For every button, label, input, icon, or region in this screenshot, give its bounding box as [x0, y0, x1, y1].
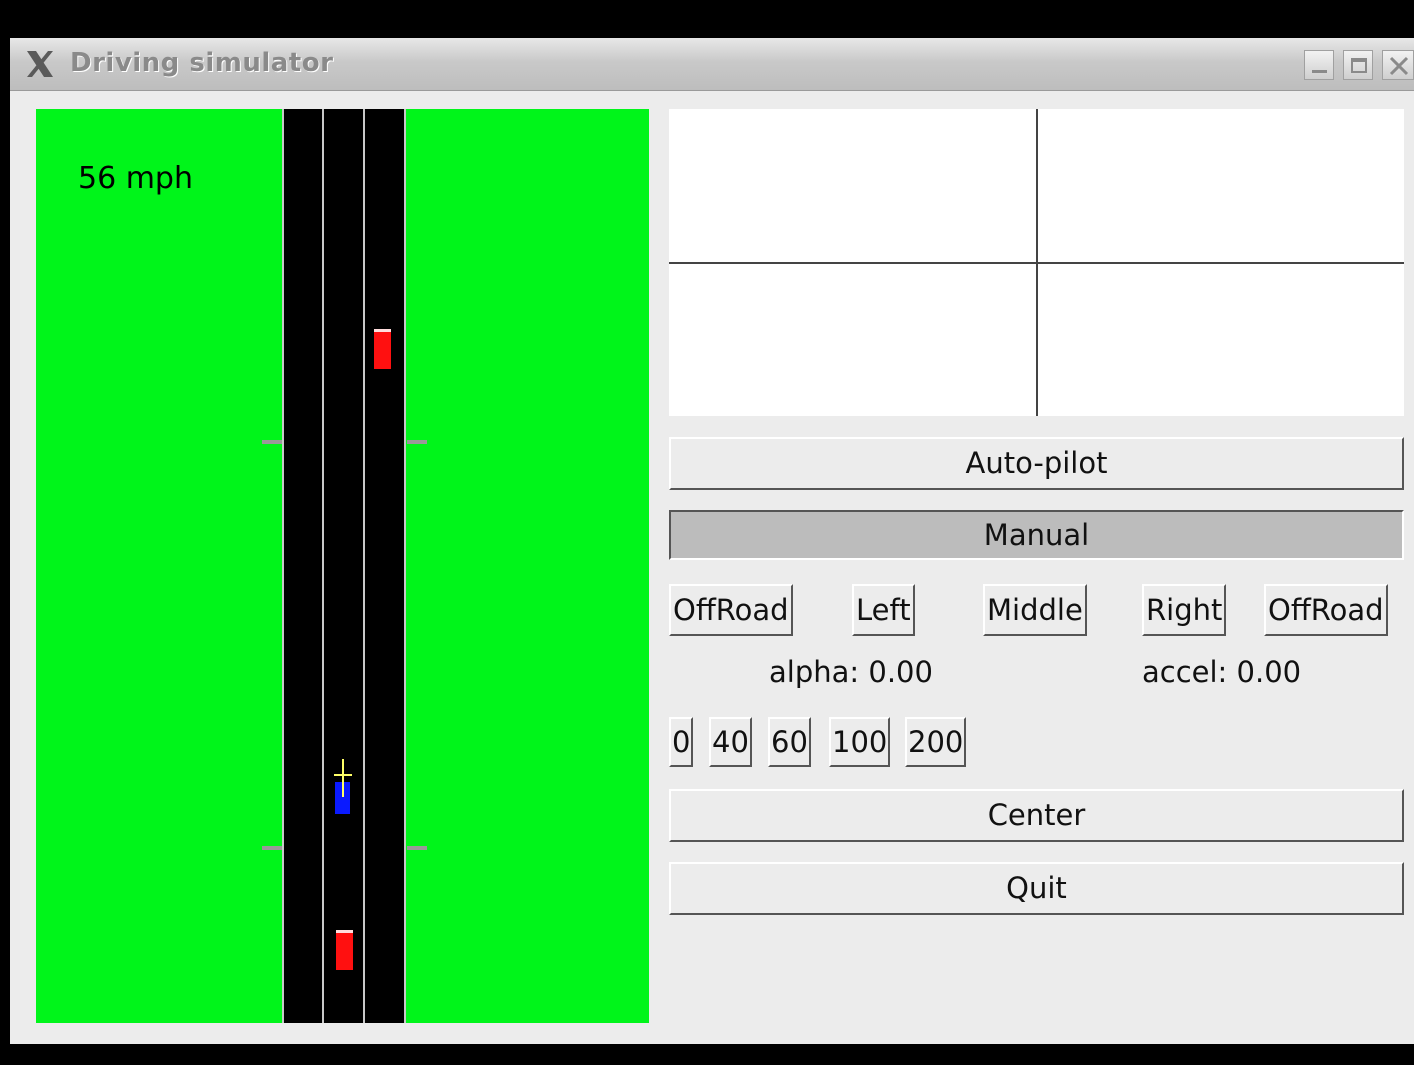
accel-readout: accel: 0.00 [1142, 655, 1302, 689]
road-edge-line [404, 109, 406, 1023]
traffic-car-bumper [374, 329, 391, 332]
close-button[interactable] [1382, 50, 1414, 80]
x-window-icon [27, 51, 53, 77]
speed-200-button[interactable]: 200 [905, 717, 967, 767]
window-title: Driving simulator [70, 48, 334, 78]
offroad-right-button[interactable]: OffRoad [1264, 584, 1388, 636]
road-surface [283, 109, 406, 1023]
speed-40-button[interactable]: 40 [709, 717, 752, 767]
alpha-readout: alpha: 0.00 [769, 655, 933, 689]
traffic-car-bumper [336, 930, 353, 933]
center-button[interactable]: Center [669, 789, 1404, 842]
road-marker [407, 440, 427, 444]
road-marker [262, 846, 282, 850]
speed-readout: 56 mph [78, 161, 193, 196]
minimize-button[interactable] [1304, 50, 1334, 80]
quit-button[interactable]: Quit [669, 862, 1404, 915]
road-edge-line [282, 109, 284, 1023]
title-bar[interactable]: Driving simulator [10, 38, 1414, 91]
offroad-left-button[interactable]: OffRoad [669, 584, 793, 636]
screen-bottom-border [0, 1044, 1414, 1065]
speed-0-button[interactable]: 0 [669, 717, 694, 767]
autopilot-button[interactable]: Auto-pilot [669, 437, 1404, 490]
lane-divider [363, 109, 365, 1023]
right-lane-button[interactable]: Right [1142, 584, 1227, 636]
maximize-icon [1351, 58, 1367, 73]
road-scene [262, 109, 427, 1023]
steering-plot[interactable] [669, 109, 1404, 416]
road-view: 56 mph [36, 109, 649, 1023]
left-lane-button[interactable]: Left [852, 584, 915, 636]
manual-button[interactable]: Manual [669, 510, 1404, 560]
road-marker [262, 440, 282, 444]
close-icon [1389, 56, 1409, 76]
speed-100-button[interactable]: 100 [829, 717, 891, 767]
traffic-car [374, 331, 391, 369]
speed-60-button[interactable]: 60 [768, 717, 811, 767]
middle-lane-button[interactable]: Middle [983, 584, 1087, 636]
road-marker [407, 846, 427, 850]
lane-divider [322, 109, 324, 1023]
maximize-button[interactable] [1343, 50, 1373, 80]
traffic-car [336, 932, 353, 970]
minimize-icon [1312, 70, 1327, 73]
plot-vertical-axis [1036, 109, 1038, 416]
